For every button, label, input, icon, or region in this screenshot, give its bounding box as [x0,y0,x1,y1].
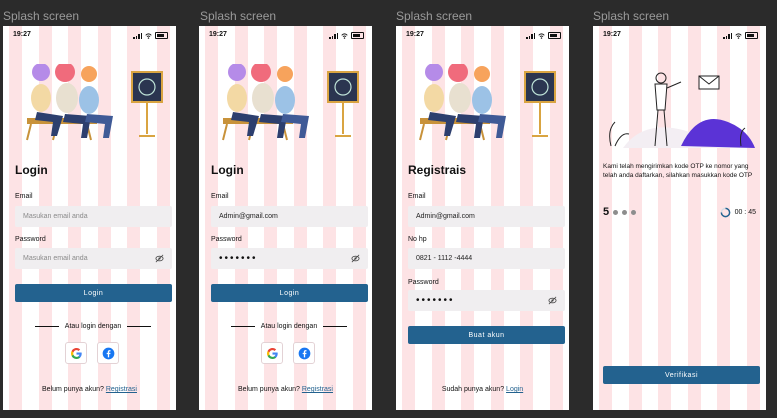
battery-icon [351,32,364,39]
facebook-icon [298,347,310,359]
wifi-icon [735,32,742,39]
frame-label-4: Splash screen [593,9,670,23]
password-label: Password [408,279,439,286]
login-link[interactable]: Login [506,386,523,393]
phone-frame-login-filled: 19:27 Login Email Admin@gmail.com Passwo… [199,26,372,410]
otp-dot [622,209,628,215]
timer-text: 00 : 45 [734,209,756,216]
signal-icon [329,32,338,39]
email-input-text: Admin@gmail.com [219,213,278,220]
phone-frame-login-empty: 19:27 Login Email Masukan email anda Pas… [3,26,176,410]
frame-label-1: Splash screen [3,9,80,23]
otp-illustration [609,72,755,148]
facebook-icon [102,347,114,359]
email-input[interactable]: Admin@gmail.com [408,206,565,227]
signal-icon [133,32,142,39]
signal-icon [526,32,535,39]
password-input[interactable]: ••••••• [211,248,368,269]
otp-digit: 5 [603,206,610,218]
eye-off-icon[interactable] [351,254,360,263]
login-button[interactable]: Login [15,284,172,302]
page-title: Login [211,163,244,177]
email-label: Email [211,193,229,200]
footer: Sudah punya akun? Login [396,386,569,393]
otp-input[interactable]: 5 [603,206,637,218]
password-input[interactable]: Masukan email anda [15,248,172,269]
email-input[interactable]: Admin@gmail.com [211,206,368,227]
status-bar: 19:27 [603,31,758,41]
people-illustration [222,64,359,141]
status-time: 19:27 [209,31,227,38]
people-illustration [26,64,163,141]
password-label: Password [15,236,46,243]
people-illustration [419,64,556,141]
google-login-button[interactable] [261,342,283,364]
google-icon [70,347,82,359]
status-time: 19:27 [13,31,31,38]
password-label: Password [211,236,242,243]
footer-text: Belum punya akun? [238,386,300,393]
phone-input[interactable]: 0821 - 1112 -4444 [408,248,565,269]
divider-text: Atau login dengan [260,323,318,330]
footer-text: Belum punya akun? [42,386,104,393]
email-label: Email [15,193,33,200]
otp-message: Kami telah mengirimkan kode OTP ke nomor… [603,163,753,179]
verify-button[interactable]: Verifikasi [603,366,760,384]
google-login-button[interactable] [65,342,87,364]
wifi-icon [145,32,152,39]
password-input-text: Masukan email anda [23,255,88,262]
battery-icon [155,32,168,39]
status-bar: 19:27 [209,31,364,41]
divider: Atau login dengan [231,323,347,330]
create-account-button[interactable]: Buat akun [408,326,565,344]
email-input[interactable]: Masukan email anda [15,206,172,227]
battery-icon [548,32,561,39]
email-input-text: Masukan email anda [23,213,88,220]
countdown-timer: 00 : 45 [720,207,756,218]
footer-text: Sudah punya akun? [441,386,505,393]
otp-dot [631,209,637,215]
facebook-login-button[interactable] [293,342,315,364]
status-bar: 19:27 [406,31,561,41]
otp-dot [613,209,619,215]
status-time: 19:27 [406,31,424,38]
footer: Belum punya akun? Registrasi [199,386,372,393]
divider-text: Atau login dengan [64,323,122,330]
page-title: Registrais [408,163,467,177]
phone-frame-registration: 19:27 Registrais Email Admin@gmail.com N… [396,26,569,410]
eye-off-icon[interactable] [548,296,557,305]
password-input-text: ••••••• [416,295,455,306]
login-button[interactable]: Login [211,284,368,302]
signal-icon [723,32,732,39]
phone-label: No hp [408,236,427,243]
email-label: Email [408,193,426,200]
wifi-icon [538,32,545,39]
phone-frame-otp: 19:27 Kami telah mengirimkan kode OTP ke… [593,26,766,410]
page-title: Login [15,163,48,177]
frame-label-2: Splash screen [200,9,277,23]
password-input-text: ••••••• [219,253,258,264]
password-input[interactable]: ••••••• [408,290,565,311]
divider: Atau login dengan [35,323,151,330]
register-link[interactable]: Registrasi [302,386,333,393]
phone-input-text: 0821 - 1112 -4444 [416,255,473,262]
facebook-login-button[interactable] [97,342,119,364]
frame-label-3: Splash screen [396,9,473,23]
status-time: 19:27 [603,31,621,38]
email-input-text: Admin@gmail.com [416,213,475,220]
eye-off-icon[interactable] [155,254,164,263]
register-link[interactable]: Registrasi [106,386,137,393]
footer: Belum punya akun? Registrasi [3,386,176,393]
wifi-icon [341,32,348,39]
status-bar: 19:27 [13,31,168,41]
google-icon [266,347,278,359]
timer-icon [720,207,730,218]
battery-icon [745,32,758,39]
